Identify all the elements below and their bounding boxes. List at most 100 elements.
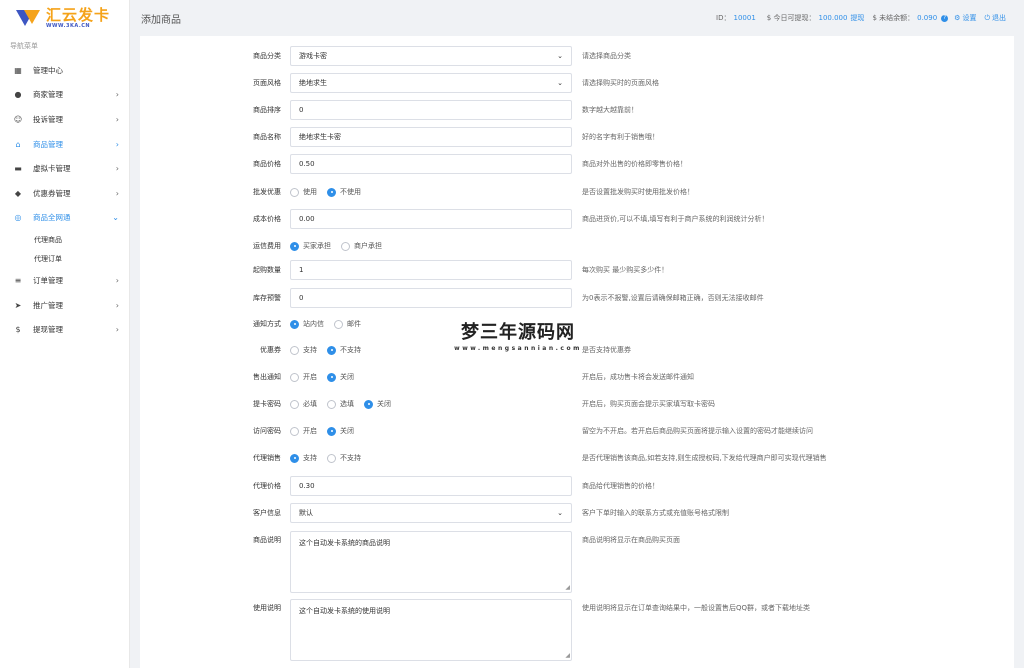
sold-notify-hint: 开启后，成功售卡将会发送邮件通知 [582,373,694,381]
form-row-pickup-pwd: 提卡密码 必填 选填 关闭 开启后，购买页面会提示买家填写取卡密码 [140,392,1014,416]
form-row-sold-notify: 售出通知 开启 关闭 开启后，成功售卡将会发送邮件通知 [140,365,1014,389]
customer-info-label: 客户信息 [253,509,281,517]
pickup-pwd-radio-required[interactable]: 必填 [290,399,317,409]
sold-notify-radio-off[interactable]: 关闭 [327,372,354,382]
sidebar-item-orders[interactable]: ≡ 订单管理 › [0,268,129,293]
chevron-down-icon: ⌄ [557,509,563,517]
withdraw-link[interactable]: 提现 [850,13,864,23]
sidebar-item-merchants[interactable]: ● 商家管理 › [0,83,129,108]
logout-button[interactable]: ⏻ 退出 [984,13,1006,23]
sidebar-subitem-agent-products[interactable]: 代理商品 [0,230,129,249]
min-qty-hint: 每次购买 最少购买多少件！ [582,266,669,274]
coupon-radio-no-support[interactable]: 不支持 [327,345,361,355]
sidebar-item-label: 管理中心 [33,65,63,75]
page-title: 添加商品 [141,14,181,26]
coupon-label: 优惠券 [260,346,281,354]
sidebar-item-products[interactable]: ⌂ 商品管理 › [0,132,129,157]
notify-radio-email[interactable]: 邮件 [334,319,361,329]
customer-info-select[interactable]: 默认 ⌄ [290,503,572,523]
sidebar-item-label: 推广管理 [33,300,63,310]
shipping-radio-merchant[interactable]: 商户承担 [341,241,382,251]
user-id-value: 10001 [733,14,756,22]
access-pwd-radio-off[interactable]: 关闭 [327,426,354,436]
price-hint: 商品对外出售的价格即零售价格！ [582,160,687,168]
power-icon: ⏻ [984,14,990,22]
shipping-radio-buyer[interactable]: 买家承担 [290,241,331,251]
form-row-access-pwd: 访问密码 开启 关闭 留空为不开启。若开启后商品购买页面将提示输入设置的密码才能… [140,419,1014,443]
gear-icon: ⚙ [954,14,961,22]
sidebar-item-label: 商品管理 [33,139,63,149]
sidebar-item-label: 商品全网通 [33,213,71,223]
agent-price-hint: 商品给代理销售的价格！ [582,482,659,490]
name-hint: 好的名字有利于销售哦！ [582,133,659,141]
price-input[interactable]: 0.50 [290,154,572,174]
nav-caption: 导航菜单 [10,42,38,50]
brand-logo[interactable]: 汇云发卡 WWW.3KA.CN [0,0,129,36]
sidebar-item-label: 虚拟卡管理 [33,164,71,174]
stock-alert-label: 库存预警 [253,294,281,302]
form-row-customer-info: 客户信息 默认 ⌄ 客户下单时输入的联系方式或充值账号格式限制 [140,501,1014,525]
min-qty-label: 起购数量 [253,266,281,274]
sort-input[interactable]: 0 [290,100,572,120]
sidebar-item-dashboard[interactable]: ▦ 管理中心 [0,58,129,83]
price-label: 商品价格 [253,160,281,168]
sidebar-item-promotion[interactable]: ➤ 推广管理 › [0,293,129,318]
agent-sale-label: 代理销售 [253,454,281,462]
face-icon: ☺ [13,114,23,124]
handshake-icon: ◎ [14,213,22,223]
form-row-agent-sale: 代理销售 支持 不支持 是否代理销售该商品,如若支持,则生成授权码,下发给代理商… [140,446,1014,470]
withdrawable-label: $ 今日可提现： [766,14,816,22]
form-row-shipping: 运信费用 买家承担 商户承担 [140,234,1014,258]
sidebar-item-complaints[interactable]: ☺ 投诉管理 › [0,107,129,132]
sidebar-item-withdrawals[interactable]: $ 提现管理 › [0,317,129,342]
sold-notify-radio-on[interactable]: 开启 [290,372,317,382]
chevron-right-icon: › [115,188,119,198]
name-label: 商品名称 [253,133,281,141]
pickup-pwd-radio-optional[interactable]: 选填 [327,399,354,409]
usage-textarea[interactable]: 这个自动发卡系统的使用说明 ◢ [290,599,572,661]
cost-hint: 商品进货价,可以不填,填写有利于商户系统的利润统计分析！ [582,215,769,223]
cost-input[interactable]: 0.00 [290,209,572,229]
notify-radio-inbox[interactable]: 站内信 [290,319,324,329]
name-input[interactable]: 绝地求生卡密 [290,127,572,147]
stock-alert-input[interactable]: 0 [290,288,572,308]
cost-label: 成本价格 [253,215,281,223]
pickup-pwd-hint: 开启后，购买页面会提示买家填写取卡密码 [582,400,715,408]
chevron-right-icon: › [115,139,119,149]
agent-sale-radio-no-support[interactable]: 不支持 [327,453,361,463]
access-pwd-radio-on[interactable]: 开启 [290,426,317,436]
agent-price-input[interactable]: 0.30 [290,476,572,496]
description-textarea[interactable]: 这个自动发卡系统的商品说明 ◢ [290,531,572,593]
chevron-right-icon: › [115,325,119,335]
chevron-down-icon: ⌄ [557,79,563,87]
style-select[interactable]: 绝地求生 ⌄ [290,73,572,93]
coupon-radio-support[interactable]: 支持 [290,345,317,355]
access-pwd-label: 访问密码 [253,427,281,435]
category-select[interactable]: 游戏卡密 ⌄ [290,46,572,66]
watermark-url: www.mengsannian.com [454,345,582,352]
min-qty-input[interactable]: 1 [290,260,572,280]
sidebar-subitem-agent-orders[interactable]: 代理订单 [0,249,129,268]
balance-value: 0.090 [917,14,938,22]
help-icon[interactable]: ? [941,14,949,22]
shipping-label: 运信费用 [253,242,281,250]
sort-label: 商品排序 [253,106,281,114]
pickup-pwd-radio-off[interactable]: 关闭 [364,399,391,409]
pickup-pwd-label: 提卡密码 [253,400,281,408]
resize-grip-icon[interactable]: ◢ [565,584,570,591]
chevron-down-icon: ⌄ [557,52,563,60]
agent-sale-radio-support[interactable]: 支持 [290,453,317,463]
card-icon: ▬ [14,164,22,174]
shop-icon: ⌂ [15,139,21,149]
sidebar-item-label: 提现管理 [33,325,63,335]
wholesale-radio-use[interactable]: 使用 [290,187,317,197]
sidebar-item-coupons[interactable]: ◆ 优惠券管理 › [0,181,129,206]
sidebar-item-virtual-cards[interactable]: ▬ 虚拟卡管理 › [0,156,129,181]
resize-grip-icon[interactable]: ◢ [565,652,570,659]
sidebar-item-network-products[interactable]: ◎ 商品全网通 ⌄ [0,206,129,231]
form-row-stock-alert: 库存预警 0 为0表示不报警,设置后请确保邮箱正确，否则无法接收邮件 [140,286,1014,310]
wholesale-radio-none[interactable]: 不使用 [327,187,361,197]
chevron-right-icon: › [115,90,119,100]
settings-button[interactable]: ⚙ 设置 [954,13,976,23]
wholesale-label: 批发优惠 [253,188,281,196]
